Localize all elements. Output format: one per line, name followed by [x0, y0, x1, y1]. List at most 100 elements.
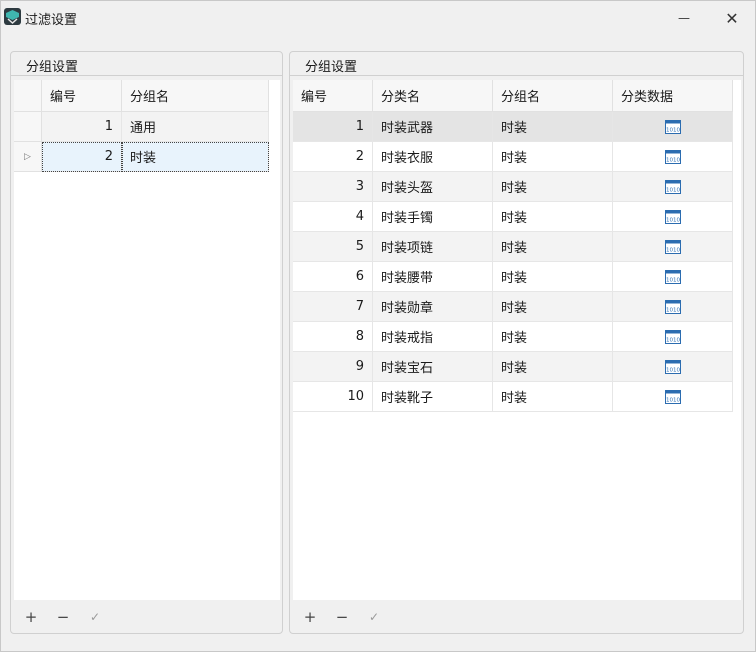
binary-data-icon[interactable]: 1010	[664, 209, 681, 224]
cell-id[interactable]: 1	[42, 112, 122, 142]
remove-button[interactable]: −	[55, 608, 71, 626]
column-header-id[interactable]: 编号	[42, 80, 122, 112]
cell-category-name[interactable]: 时装武器	[373, 112, 493, 142]
cell-id[interactable]: 1	[293, 112, 373, 142]
cell-category-name[interactable]: 时装靴子	[373, 382, 493, 412]
table-row[interactable]: 1 通用	[14, 112, 269, 142]
confirm-button[interactable]: ✓	[87, 609, 103, 625]
table-row[interactable]: 9 时装宝石 时装 1010	[293, 352, 733, 382]
svg-text:1010: 1010	[666, 337, 680, 343]
table-row[interactable]: 10 时装靴子 时装 1010	[293, 382, 733, 412]
cell-category-data[interactable]: 1010	[613, 202, 733, 232]
cell-group-name[interactable]: 通用	[122, 112, 269, 142]
remove-button[interactable]: −	[334, 608, 350, 626]
row-header[interactable]: ▷	[14, 142, 42, 172]
column-header-group-name[interactable]: 分组名	[122, 80, 269, 112]
binary-data-icon[interactable]: 1010	[664, 149, 681, 164]
right-toolbar: + − ✓	[302, 608, 382, 626]
cell-category-name[interactable]: 时装项链	[373, 232, 493, 262]
panel-title: 分组设置	[305, 60, 358, 75]
left-toolbar: + − ✓	[23, 608, 103, 626]
cell-id[interactable]: 2	[42, 142, 122, 172]
binary-data-icon[interactable]: 1010	[664, 359, 681, 374]
cell-id[interactable]: 8	[293, 322, 373, 352]
cell-id[interactable]: 7	[293, 292, 373, 322]
table-row[interactable]: 6 时装腰带 时装 1010	[293, 262, 733, 292]
close-button[interactable]: ✕	[709, 1, 755, 35]
cell-category-name[interactable]: 时装宝石	[373, 352, 493, 382]
binary-data-icon[interactable]: 1010	[664, 119, 681, 134]
binary-data-icon[interactable]: 1010	[664, 269, 681, 284]
cell-group-name[interactable]: 时装	[493, 112, 613, 142]
svg-text:1010: 1010	[666, 367, 680, 373]
cell-group-name[interactable]: 时装	[493, 262, 613, 292]
cell-category-data[interactable]: 1010	[613, 232, 733, 262]
table-row[interactable]: ▷ 2 时装	[14, 142, 269, 172]
svg-text:1010: 1010	[666, 277, 680, 283]
add-button[interactable]: +	[302, 608, 318, 626]
column-header-id[interactable]: 编号	[293, 80, 373, 112]
cell-id[interactable]: 6	[293, 262, 373, 292]
svg-text:1010: 1010	[666, 247, 680, 253]
group-grid[interactable]: 编号 分组名 1 通用 ▷ 2 时装	[14, 80, 280, 600]
table-row[interactable]: 3 时装头盔 时装 1010	[293, 172, 733, 202]
minimize-icon: —	[678, 11, 690, 25]
row-header[interactable]	[14, 112, 42, 142]
column-header-group-name[interactable]: 分组名	[493, 80, 613, 112]
cell-group-name[interactable]: 时装	[493, 202, 613, 232]
cell-category-data[interactable]: 1010	[613, 172, 733, 202]
category-settings-panel: 分组设置 编号 分类名 分组名 分类数据 1 时装武器 时装 1010 2 时装衣服 时装 1…	[289, 51, 744, 634]
current-row-arrow-icon: ▷	[24, 151, 31, 162]
cell-group-name[interactable]: 时装	[493, 172, 613, 202]
binary-data-icon[interactable]: 1010	[664, 389, 681, 404]
cell-group-name[interactable]: 时装	[122, 142, 269, 172]
cell-id[interactable]: 5	[293, 232, 373, 262]
cell-id[interactable]: 3	[293, 172, 373, 202]
cell-id[interactable]: 10	[293, 382, 373, 412]
cell-category-name[interactable]: 时装戒指	[373, 322, 493, 352]
panel-header: 分组设置	[290, 52, 743, 76]
cell-category-data[interactable]: 1010	[613, 382, 733, 412]
table-row[interactable]: 5 时装项链 时装 1010	[293, 232, 733, 262]
cell-category-data[interactable]: 1010	[613, 112, 733, 142]
cell-category-data[interactable]: 1010	[613, 142, 733, 172]
confirm-button[interactable]: ✓	[366, 609, 382, 625]
cell-group-name[interactable]: 时装	[493, 292, 613, 322]
close-icon: ✕	[725, 8, 739, 28]
cell-group-name[interactable]: 时装	[493, 142, 613, 172]
minimize-button[interactable]: —	[661, 1, 707, 35]
cell-category-name[interactable]: 时装勋章	[373, 292, 493, 322]
cell-category-name[interactable]: 时装手镯	[373, 202, 493, 232]
column-header-category-name[interactable]: 分类名	[373, 80, 493, 112]
cell-group-name[interactable]: 时装	[493, 352, 613, 382]
column-header-category-data[interactable]: 分类数据	[613, 80, 733, 112]
table-row[interactable]: 2 时装衣服 时装 1010	[293, 142, 733, 172]
cell-category-data[interactable]: 1010	[613, 262, 733, 292]
title-bar[interactable]: 过滤设置 — ✕	[1, 1, 755, 35]
cell-id[interactable]: 9	[293, 352, 373, 382]
cell-category-name[interactable]: 时装头盔	[373, 172, 493, 202]
binary-data-icon[interactable]: 1010	[664, 299, 681, 314]
table-row[interactable]: 1 时装武器 时装 1010	[293, 112, 733, 142]
category-grid[interactable]: 编号 分类名 分组名 分类数据 1 时装武器 时装 1010 2 时装衣服 时装 1010 3 时…	[293, 80, 741, 600]
cell-id[interactable]: 2	[293, 142, 373, 172]
cell-category-name[interactable]: 时装腰带	[373, 262, 493, 292]
cell-category-data[interactable]: 1010	[613, 292, 733, 322]
binary-data-icon[interactable]: 1010	[664, 239, 681, 254]
cell-group-name[interactable]: 时装	[493, 232, 613, 262]
table-row[interactable]: 7 时装勋章 时装 1010	[293, 292, 733, 322]
cell-category-name[interactable]: 时装衣服	[373, 142, 493, 172]
table-row[interactable]: 8 时装戒指 时装 1010	[293, 322, 733, 352]
panel-header: 分组设置	[11, 52, 282, 76]
cell-category-data[interactable]: 1010	[613, 322, 733, 352]
binary-data-icon[interactable]: 1010	[664, 179, 681, 194]
cell-id[interactable]: 4	[293, 202, 373, 232]
table-row[interactable]: 4 时装手镯 时装 1010	[293, 202, 733, 232]
svg-text:1010: 1010	[666, 157, 680, 163]
cell-group-name[interactable]: 时装	[493, 322, 613, 352]
svg-text:1010: 1010	[666, 127, 680, 133]
cell-group-name[interactable]: 时装	[493, 382, 613, 412]
add-button[interactable]: +	[23, 608, 39, 626]
cell-category-data[interactable]: 1010	[613, 352, 733, 382]
binary-data-icon[interactable]: 1010	[664, 329, 681, 344]
